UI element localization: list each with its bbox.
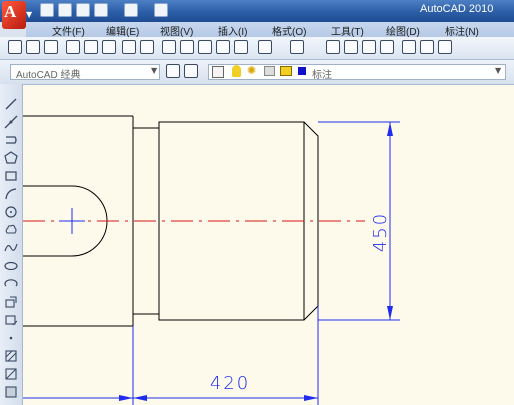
save-file-icon[interactable] [44,40,58,54]
rectangle-icon[interactable] [4,169,18,183]
new-icon[interactable] [40,3,54,17]
open-icon[interactable] [58,3,72,17]
redo-icon[interactable] [124,3,138,17]
properties-icon[interactable] [402,40,416,54]
spline-icon[interactable] [4,241,18,255]
menu-view[interactable]: 视图(V) [160,23,193,38]
construction-line-icon[interactable] [4,115,18,129]
menu-tools[interactable]: 工具(T) [331,23,364,38]
menu-edit[interactable]: 编辑(E) [106,23,139,38]
workspace-save-icon[interactable] [184,64,198,78]
hatch-icon[interactable] [4,349,18,363]
workspace-label: AutoCAD 经典 [16,70,81,81]
app-title: AutoCAD 2010 [420,3,494,15]
centerline [23,208,365,234]
menu-file[interactable]: 文件(F) [52,23,85,38]
menu-dimension[interactable]: 标注(N) [445,23,479,38]
horizontal-dimension [23,306,319,405]
tool-palettes-icon[interactable] [438,40,452,54]
ellipse-arc-icon[interactable] [4,277,18,291]
polygon-icon[interactable] [4,151,18,165]
layer-color-swatch [298,67,306,75]
zoom-window-icon[interactable] [362,40,376,54]
3d-dwf-icon[interactable] [122,40,136,54]
toolbar-undo-icon[interactable] [258,40,272,54]
zoom-realtime-icon[interactable] [344,40,358,54]
polyline-icon[interactable] [4,133,18,147]
dimension-text-450: 450 [370,211,391,253]
lock-icon[interactable] [280,66,292,76]
circle-icon[interactable] [4,205,18,219]
print-layer-icon[interactable] [264,66,275,76]
print-icon[interactable] [154,3,168,17]
open-file-icon[interactable] [26,40,40,54]
design-center-icon[interactable] [420,40,434,54]
chevron-down-icon[interactable]: ▼ [495,66,501,75]
paste-icon[interactable] [198,40,212,54]
gradient-icon[interactable] [4,367,18,381]
point-icon[interactable] [4,331,18,345]
zoom-previous-icon[interactable] [380,40,394,54]
chevron-down-icon[interactable]: ▼ [151,66,157,75]
revision-cloud-icon[interactable] [4,223,18,237]
publish-icon[interactable] [102,40,116,54]
line-icon[interactable] [4,97,18,111]
menu-insert[interactable]: 插入(I) [218,23,247,38]
undo-icon[interactable] [94,3,108,17]
layer-name: 标注 [312,70,332,81]
new-file-icon[interactable] [8,40,22,54]
arc-icon[interactable] [4,187,18,201]
sun-icon[interactable]: ✺ [247,65,259,77]
menu-format[interactable]: 格式(O) [272,23,306,38]
dimension-text-420: 420 [209,373,251,394]
region-icon[interactable] [4,385,18,399]
layer-manager-icon[interactable] [212,66,224,78]
ellipse-icon[interactable] [4,259,18,273]
pan-icon[interactable] [326,40,340,54]
cut-icon[interactable] [162,40,176,54]
insert-block-icon[interactable] [4,295,18,309]
chevron-down-icon: ▼ [26,10,33,19]
menu-bar [26,22,514,37]
lightbulb-icon[interactable] [232,65,241,77]
save-icon[interactable] [76,3,90,17]
plot-icon[interactable] [66,40,80,54]
make-block-icon[interactable] [4,313,18,327]
workspace-settings-icon[interactable] [166,64,180,78]
menu-draw[interactable]: 绘图(D) [386,23,420,38]
plot-preview-icon[interactable] [84,40,98,54]
toolbar-redo-icon[interactable] [290,40,304,54]
autocad-logo-icon: A [4,2,17,21]
copy-icon[interactable] [180,40,194,54]
drawing-canvas[interactable] [23,85,514,405]
block-editor-icon[interactable] [234,40,248,54]
sheet-set-icon[interactable] [140,40,154,54]
match-properties-icon[interactable] [216,40,230,54]
